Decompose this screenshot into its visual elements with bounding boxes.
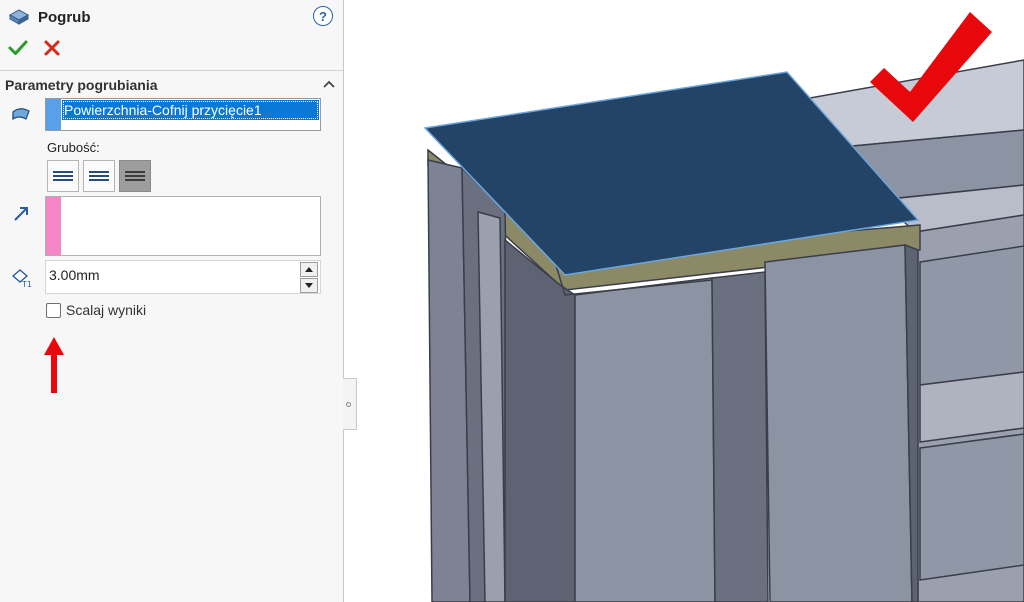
divider xyxy=(0,70,343,71)
red-arrow-annotation xyxy=(44,337,64,393)
thicken-both-sides-button[interactable] xyxy=(119,160,151,192)
arrow-up-icon xyxy=(305,267,313,272)
surface-selection-icon xyxy=(10,103,32,125)
spin-down-button[interactable] xyxy=(300,278,318,293)
direction-vector-icon xyxy=(10,203,32,225)
thicken-side2-icon xyxy=(89,169,109,183)
column-right xyxy=(764,244,913,602)
selection-color-strip xyxy=(46,197,61,255)
panel-header: Pogrub xyxy=(8,6,91,28)
collapse-button[interactable] xyxy=(321,76,337,92)
help-button[interactable]: ? xyxy=(313,6,333,26)
direction-selection-box[interactable] xyxy=(45,196,321,256)
group-title: Parametry pogrubiania xyxy=(5,77,158,93)
thicken-side2-button[interactable] xyxy=(83,160,115,192)
drawer-lower xyxy=(919,433,1024,581)
property-manager-panel: Pogrub ? Parametry pogrubiania Powierzch… xyxy=(0,0,344,602)
ok-button[interactable] xyxy=(8,38,28,58)
thicken-side1-icon xyxy=(53,169,73,183)
selected-surface-item[interactable]: Powierzchnia-Cofnij przycięcie1 xyxy=(62,100,319,120)
close-icon xyxy=(44,40,60,56)
selection-color-strip xyxy=(46,99,61,130)
splitter-handle-icon xyxy=(346,402,351,407)
column-gap xyxy=(711,271,769,602)
spin-up-button[interactable] xyxy=(300,262,318,277)
merge-result-checkbox[interactable] xyxy=(46,303,61,318)
thicken-both-sides-icon xyxy=(125,169,145,183)
thickness-icon: T1 xyxy=(10,266,32,289)
thickness-label: Grubość: xyxy=(47,140,100,155)
merge-result-label[interactable]: Scalaj wyniki xyxy=(66,302,146,318)
thickness-input[interactable]: 3.00mm xyxy=(45,260,321,294)
chevron-up-icon xyxy=(323,80,335,88)
thicken-side1-button[interactable] xyxy=(47,160,79,192)
surface-selection-box[interactable]: Powierzchnia-Cofnij przycięcie1 xyxy=(45,98,321,131)
thicken-icon xyxy=(8,9,30,25)
arrow-down-icon xyxy=(305,283,313,288)
cancel-button[interactable] xyxy=(42,38,62,58)
svg-text:T1: T1 xyxy=(21,280,32,288)
panel-splitter[interactable] xyxy=(343,378,357,430)
drawer-upper xyxy=(919,245,1024,386)
panel-title: Pogrub xyxy=(38,8,91,26)
column-front xyxy=(574,277,716,602)
graphics-area[interactable] xyxy=(357,0,1024,602)
thickness-value[interactable]: 3.00mm xyxy=(49,267,100,283)
checkmark-icon xyxy=(8,40,28,55)
